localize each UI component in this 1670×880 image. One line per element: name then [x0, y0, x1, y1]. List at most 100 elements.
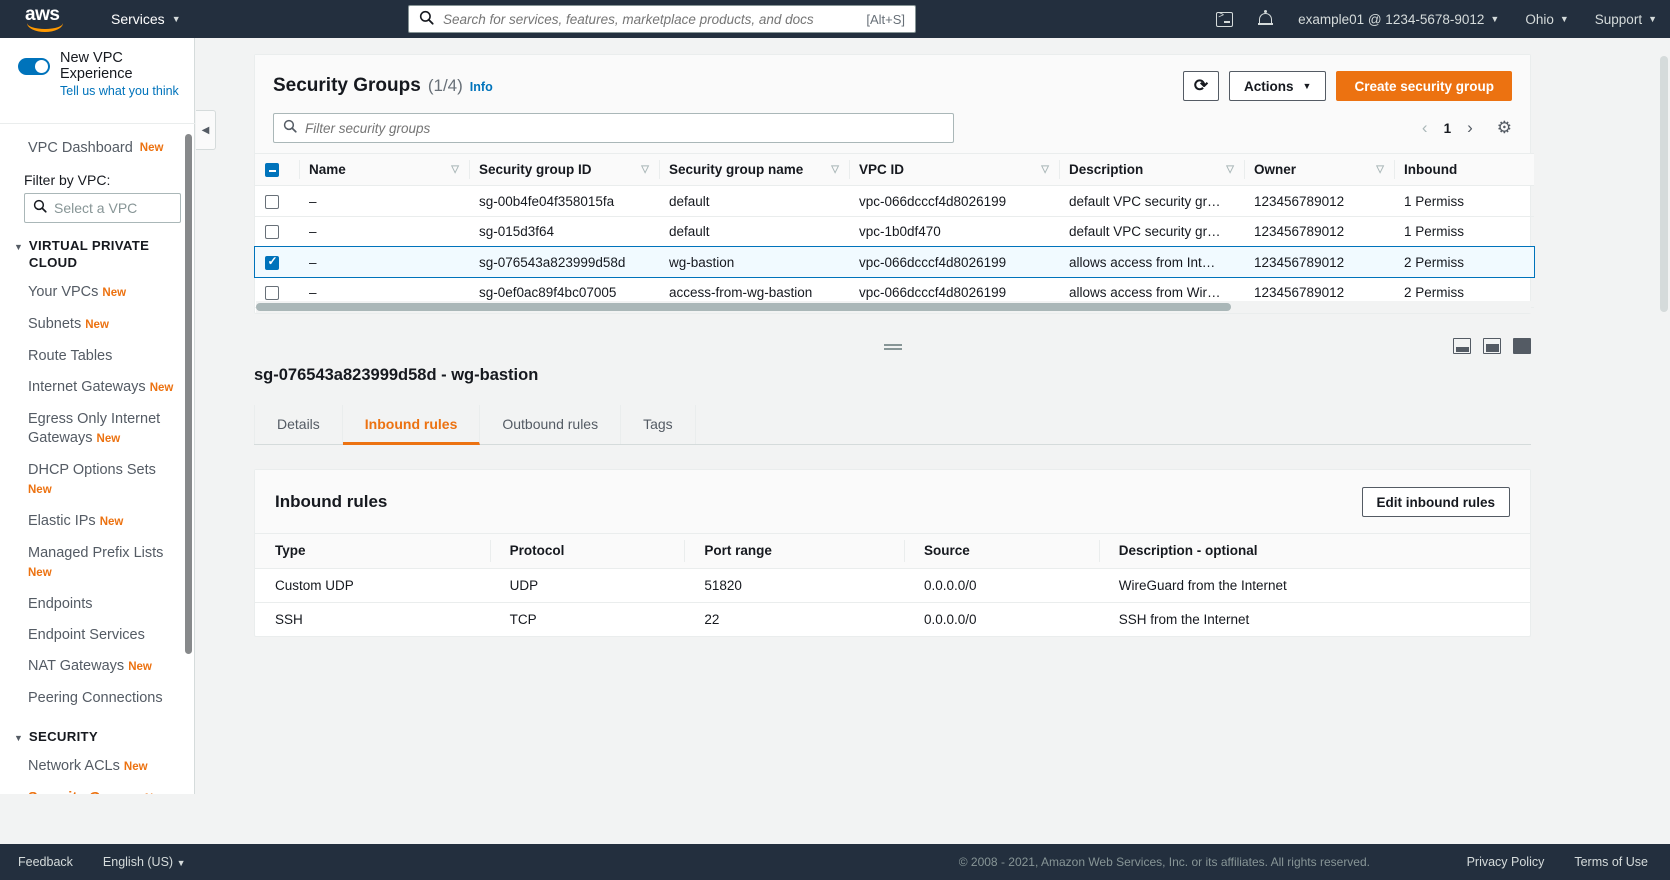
- pagination: ‹ 1 › ⚙: [1422, 118, 1512, 138]
- cell-description: default VPC security gr…: [1059, 216, 1244, 248]
- sidebar-item-endpoint-services[interactable]: Endpoint Services: [0, 620, 195, 651]
- sidebar-item-nat-gateways[interactable]: NAT Gateways New: [0, 651, 195, 683]
- tab-details[interactable]: Details: [254, 405, 343, 444]
- pagination-next-icon[interactable]: ›: [1467, 119, 1473, 136]
- cell-security-group-id[interactable]: sg-00b4fe04f358015fa: [469, 185, 659, 217]
- layout-full-icon[interactable]: [1513, 338, 1531, 354]
- column-header-security-group-id[interactable]: Security group ID ▽: [469, 152, 659, 187]
- splitter-grip[interactable]: [883, 344, 902, 350]
- rules-column-description: Description - optional: [1098, 533, 1530, 569]
- support-menu-label: Support: [1594, 11, 1643, 27]
- filter-row: ‹ 1 › ⚙: [255, 101, 1530, 153]
- table-row[interactable]: – sg-00b4fe04f358015fa default vpc-066dc…: [255, 185, 1534, 217]
- sidebar-item-vpc-dashboard[interactable]: VPC Dashboard New: [0, 134, 195, 162]
- column-header-vpc-id[interactable]: VPC ID ▽: [849, 152, 1059, 187]
- tab-outbound-rules[interactable]: Outbound rules: [480, 405, 622, 444]
- sidebar-item-label: Your VPCs: [28, 284, 99, 300]
- sidebar-scrollbar[interactable]: [185, 134, 192, 654]
- select-all-checkbox[interactable]: [265, 163, 279, 178]
- column-header-owner[interactable]: Owner ▽: [1244, 152, 1394, 187]
- vpc-filter-select[interactable]: Select a VPC: [24, 193, 181, 223]
- cloudshell-button[interactable]: [1203, 0, 1246, 38]
- edit-inbound-rules-button[interactable]: Edit inbound rules: [1361, 487, 1510, 517]
- sidebar-collapse-button[interactable]: ◀: [196, 110, 216, 150]
- table-horizontal-scrollbar[interactable]: [256, 301, 1531, 313]
- tell-us-what-you-think-link[interactable]: Tell us what you think: [60, 84, 180, 98]
- row-checkbox[interactable]: [265, 194, 279, 209]
- rule-source: 0.0.0.0/0: [904, 568, 1099, 603]
- sidebar-item-route-tables[interactable]: Route Tables: [0, 341, 195, 372]
- sidebar-item-dhcp-options-sets[interactable]: DHCP Options Sets New: [0, 455, 195, 506]
- account-menu[interactable]: example01 @ 1234-5678-9012 ▼: [1285, 0, 1512, 38]
- global-search-box[interactable]: [Alt+S]: [408, 5, 916, 33]
- row-checkbox[interactable]: [265, 254, 279, 270]
- refresh-button[interactable]: ⟳: [1183, 71, 1220, 101]
- sidebar-group-virtual-private-cloud[interactable]: ▼ VIRTUAL PRIVATE CLOUD: [0, 223, 195, 277]
- scrollbar-thumb[interactable]: [256, 303, 1231, 311]
- cell-vpc-id[interactable]: vpc-066dcccf4d8026199: [849, 185, 1059, 217]
- column-header-description[interactable]: Description ▽: [1059, 152, 1244, 187]
- info-link[interactable]: Info: [470, 80, 493, 94]
- column-header-inbound[interactable]: Inbound: [1394, 152, 1534, 187]
- row-checkbox[interactable]: [265, 225, 279, 240]
- sidebar-item-managed-prefix-lists[interactable]: Managed Prefix Lists New: [0, 538, 195, 589]
- row-checkbox[interactable]: [265, 286, 279, 301]
- tab-inbound-rules[interactable]: Inbound rules: [342, 405, 481, 445]
- aws-logo[interactable]: aws: [25, 5, 69, 32]
- cell-vpc-id[interactable]: vpc-066dcccf4d8026199: [849, 246, 1059, 278]
- privacy-policy-link[interactable]: Privacy Policy: [1467, 855, 1545, 869]
- chevron-down-icon: ▼: [176, 858, 186, 868]
- column-header-label: Source: [924, 543, 970, 558]
- column-header-security-group-name[interactable]: Security group name ▽: [659, 152, 849, 187]
- region-menu[interactable]: Ohio ▼: [1512, 0, 1581, 38]
- pagination-page-number[interactable]: 1: [1444, 121, 1452, 136]
- cell-vpc-id[interactable]: vpc-1b0df470: [849, 216, 1059, 248]
- sidebar-item-peering-connections[interactable]: Peering Connections: [0, 683, 195, 714]
- sidebar-item-egress-only-internet-gateways[interactable]: Egress Only Internet Gateways New: [0, 404, 195, 455]
- actions-button[interactable]: Actions ▼: [1229, 71, 1327, 101]
- cell-security-group-name: default: [659, 185, 849, 217]
- sidebar-item-elastic-ips[interactable]: Elastic IPs New: [0, 506, 195, 538]
- sidebar-item-security-groups[interactable]: Security Groups New: [0, 783, 195, 794]
- search-icon: [33, 199, 47, 218]
- search-icon: [283, 119, 297, 138]
- table-row[interactable]: – sg-015d3f64 default vpc-1b0df470 defau…: [255, 216, 1534, 248]
- sidebar-group-security[interactable]: ▼ SECURITY: [0, 714, 195, 751]
- cell-security-group-id[interactable]: sg-076543a823999d58d: [469, 246, 659, 278]
- account-menu-label: example01 @ 1234-5678-9012: [1298, 11, 1485, 27]
- layout-split-large-icon[interactable]: [1483, 338, 1501, 354]
- services-menu[interactable]: Services ▼: [111, 11, 181, 27]
- sidebar-item-endpoints[interactable]: Endpoints: [0, 589, 195, 620]
- filter-security-groups-box[interactable]: [273, 113, 954, 143]
- footer-bar: Feedback English (US) ▼ © 2008 - 2021, A…: [0, 844, 1670, 880]
- filter-security-groups-input[interactable]: [305, 120, 944, 136]
- layout-split-bottom-icon[interactable]: [1453, 338, 1471, 354]
- terms-of-use-link[interactable]: Terms of Use: [1574, 855, 1648, 869]
- column-header-label: Description: [1069, 162, 1144, 178]
- chevron-down-icon: ▼: [171, 14, 181, 24]
- notifications-button[interactable]: [1246, 0, 1285, 38]
- language-selector[interactable]: English (US) ▼: [103, 855, 186, 869]
- gear-icon[interactable]: ⚙: [1497, 118, 1512, 138]
- sidebar-item-network-acls[interactable]: Network ACLs New: [0, 751, 195, 783]
- new-badge: New: [128, 661, 152, 673]
- create-security-group-button[interactable]: Create security group: [1336, 71, 1512, 101]
- row-select-cell: [255, 246, 299, 278]
- new-vpc-experience-toggle[interactable]: [18, 57, 50, 75]
- panel-header: Security Groups (1/4) Info ⟳ Actions ▼ C…: [255, 55, 1530, 101]
- page-title: Security Groups (1/4) Info: [273, 75, 493, 97]
- column-header-name[interactable]: Name ▽: [299, 152, 469, 187]
- tab-tags[interactable]: Tags: [621, 405, 696, 444]
- main-vertical-scrollbar[interactable]: [1660, 56, 1668, 312]
- feedback-link[interactable]: Feedback: [18, 855, 73, 869]
- sidebar-item-your-vpcs[interactable]: Your VPCs New: [0, 277, 195, 309]
- sidebar-item-label: NAT Gateways: [28, 658, 125, 674]
- cell-security-group-id[interactable]: sg-015d3f64: [469, 216, 659, 248]
- support-menu[interactable]: Support ▼: [1582, 0, 1670, 38]
- sidebar-item-subnets[interactable]: Subnets New: [0, 309, 195, 341]
- sidebar-item-internet-gateways[interactable]: Internet Gateways New: [0, 372, 195, 404]
- pagination-prev-icon[interactable]: ‹: [1422, 119, 1428, 136]
- column-header-label: Inbound: [1404, 162, 1458, 178]
- global-search-input[interactable]: [443, 11, 867, 27]
- table-row-selected[interactable]: – sg-076543a823999d58d wg-bastion vpc-06…: [254, 245, 1535, 279]
